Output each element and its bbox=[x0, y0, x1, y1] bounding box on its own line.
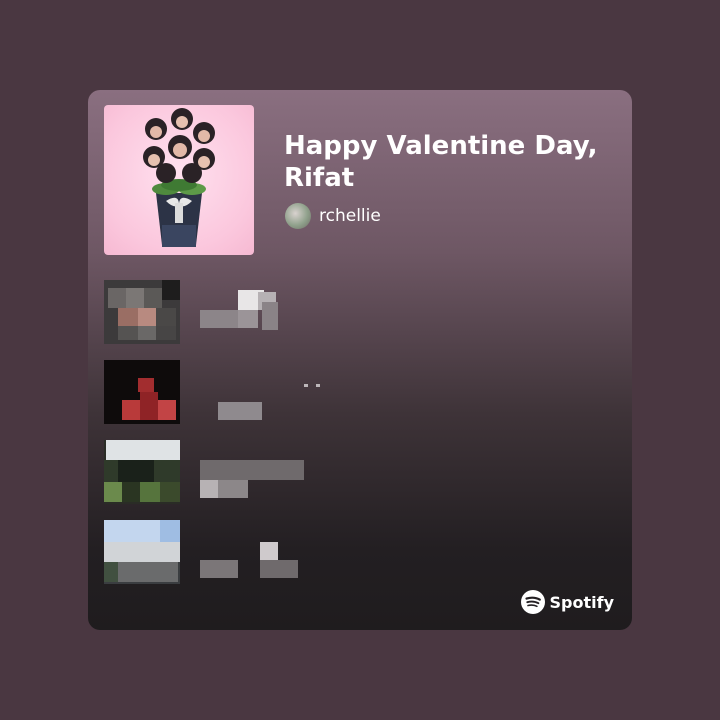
redacted-track-artist bbox=[200, 480, 218, 498]
redacted-track-artist bbox=[262, 302, 278, 330]
track-thumbnail bbox=[104, 440, 180, 504]
track-thumbnail bbox=[104, 520, 180, 584]
owner-avatar[interactable] bbox=[285, 203, 311, 229]
track-row[interactable] bbox=[104, 440, 544, 504]
playlist-title[interactable]: Happy Valentine Day, Rifat bbox=[284, 130, 614, 194]
redacted-track-title bbox=[260, 542, 278, 560]
redacted-track-artist bbox=[260, 560, 298, 578]
track-row[interactable] bbox=[104, 280, 544, 344]
playlist-owner[interactable]: rchellie bbox=[285, 203, 381, 229]
track-thumbnail bbox=[104, 360, 180, 424]
redacted-track-artist bbox=[200, 560, 238, 578]
spotify-icon bbox=[520, 590, 545, 614]
redacted-track-artist bbox=[238, 310, 258, 328]
spotify-logo[interactable]: Spotify bbox=[520, 590, 615, 614]
spotify-wordmark: Spotify bbox=[549, 592, 615, 612]
track-row[interactable] bbox=[104, 520, 544, 584]
redacted-track-title bbox=[304, 384, 308, 387]
redacted-track-artist bbox=[218, 480, 248, 498]
owner-name[interactable]: rchellie bbox=[319, 206, 381, 226]
playlist-card[interactable]: Happy Valentine Day, Rifat rchellie Spot… bbox=[88, 90, 632, 630]
redacted-track-title bbox=[200, 460, 304, 480]
redacted-track-title bbox=[316, 384, 320, 387]
redacted-track-artist bbox=[218, 402, 262, 420]
playlist-cover-image[interactable] bbox=[104, 105, 254, 255]
track-row[interactable] bbox=[104, 360, 544, 424]
bouquet-cover-art bbox=[143, 108, 215, 247]
redacted-track-artist bbox=[200, 310, 238, 328]
track-thumbnail bbox=[104, 280, 180, 344]
